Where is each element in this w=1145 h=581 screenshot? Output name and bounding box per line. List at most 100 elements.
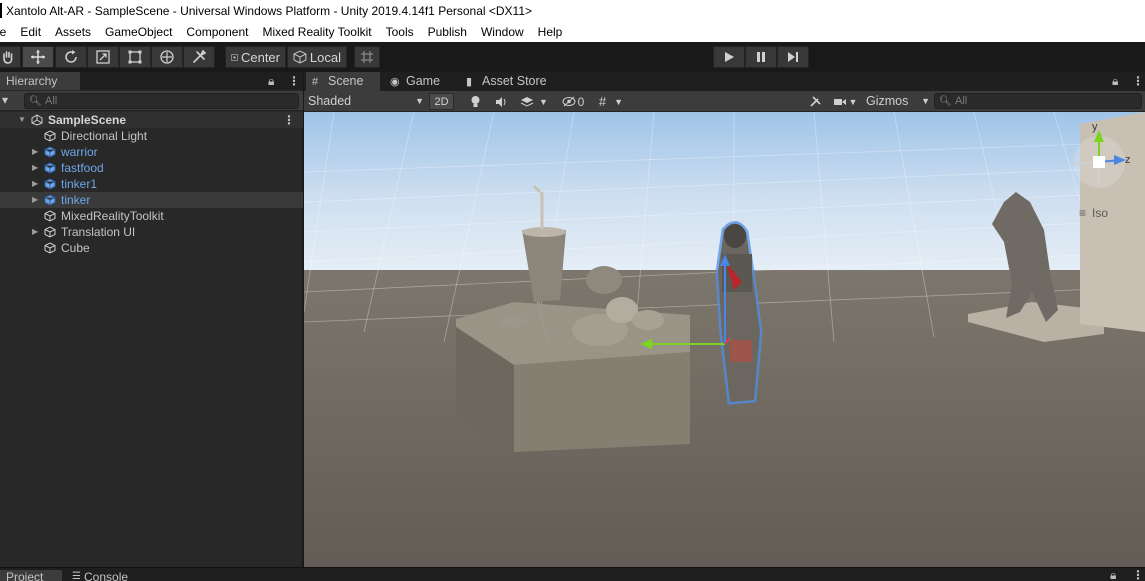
pause-button[interactable] <box>745 46 777 68</box>
scene-effects-dropdown[interactable]: ▼ <box>516 93 552 110</box>
transform-tool-button[interactable] <box>151 46 183 68</box>
expand-arrow-icon[interactable]: ▶ <box>32 144 38 160</box>
tab-console-label: Console <box>84 570 129 581</box>
hidden-objects-toggle[interactable]: 0 <box>557 93 589 110</box>
chevron-down-icon: ▼ <box>415 96 424 106</box>
scene-name: SampleScene <box>48 113 127 127</box>
camera-chevron-icon: ▼ <box>848 96 858 107</box>
scale-tool-button[interactable] <box>87 46 119 68</box>
hierarchy-item[interactable]: ▶ tinker1 <box>0 176 303 192</box>
hierarchy-search-row: ▾ 🔍︎ All <box>0 91 303 111</box>
scene-lighting-toggle[interactable] <box>464 93 486 110</box>
scene-tools-toggle[interactable] <box>804 93 826 110</box>
menu-mixed-reality-toolkit[interactable]: Mixed Reality Toolkit <box>255 22 378 42</box>
hierarchy-item[interactable]: ▶ tinker <box>0 192 303 208</box>
lock-icon[interactable]: 🔒︎ <box>268 74 274 89</box>
menu-edit[interactable]: Edit <box>13 22 48 42</box>
hierarchy-item[interactable]: Directional Light <box>0 128 303 144</box>
pivot-rotation-toggle[interactable]: Local <box>287 46 347 68</box>
expand-arrow-icon[interactable]: ▶ <box>32 192 38 208</box>
bottom-panel-tab-bar: Project ☰ Console 🔒︎ ⋮ <box>0 567 1145 581</box>
menu-publish[interactable]: Publish <box>421 22 474 42</box>
panel-menu-icon[interactable]: ⋮ <box>288 74 300 88</box>
scene-viewport[interactable]: y z ≡ Iso <box>304 112 1145 567</box>
hierarchy-tab[interactable]: Hierarchy <box>0 72 80 90</box>
hierarchy-item[interactable]: Cube <box>0 240 303 256</box>
hierarchy-item[interactable]: MixedRealityToolkit <box>0 208 303 224</box>
hierarchy-item[interactable]: ▶ warrior <box>0 144 303 160</box>
gameobject-cube-icon <box>44 210 56 222</box>
pivot-center-icon <box>231 53 238 61</box>
tab-project[interactable]: Project <box>0 570 62 581</box>
prefab-cube-icon <box>44 162 56 174</box>
menu-assets[interactable]: Assets <box>48 22 98 42</box>
rect-tool-button[interactable] <box>119 46 151 68</box>
light-bulb-icon <box>471 96 479 107</box>
expand-arrow-icon[interactable]: ▶ <box>32 160 38 176</box>
menu-window[interactable]: Window <box>474 22 531 42</box>
menu-file[interactable]: le <box>0 22 13 42</box>
hierarchy-item-label: fastfood <box>61 161 104 175</box>
hierarchy-list: ▼ SampleScene ⋮ Directional Light ▶ warrio… <box>0 112 303 256</box>
gameobject-cube-icon <box>44 130 56 142</box>
scene-row[interactable]: ▼ SampleScene ⋮ <box>0 112 303 128</box>
expand-arrow-icon[interactable]: ▶ <box>32 176 38 192</box>
local-cube-icon <box>293 50 307 64</box>
window-title: Xantolo Alt-AR - SampleScene - Universal… <box>6 4 533 18</box>
grid-snap-button[interactable] <box>354 46 380 68</box>
hierarchy-item-label: tinker <box>61 193 91 207</box>
2d-mode-toggle[interactable]: 2D <box>429 93 454 110</box>
create-dropdown-icon: ▾ <box>2 93 9 107</box>
scene-panel-menu-icon[interactable]: ⋮ <box>1132 74 1144 88</box>
menu-gameobject[interactable]: GameObject <box>98 22 179 42</box>
hierarchy-item-label: MixedRealityToolkit <box>61 209 164 223</box>
eye-hidden-icon <box>562 96 576 107</box>
2d-mode-label: 2D <box>434 95 449 108</box>
tab-project-label: Project <box>6 570 44 581</box>
scene-menu-icon[interactable]: ⋮ <box>283 112 295 128</box>
play-button[interactable] <box>713 46 745 68</box>
hidden-count: 0 <box>577 94 585 109</box>
scene-search-input[interactable]: 🔍︎ All <box>934 93 1142 109</box>
menu-bar: le Edit Assets GameObject Component Mixe… <box>0 22 1145 42</box>
hierarchy-search-input[interactable]: 🔍︎ All <box>24 93 299 109</box>
pivot-mode-toggle[interactable]: Center <box>225 46 286 68</box>
pivot-rotation-label: Local <box>309 49 341 65</box>
window-title-bar: Xantolo Alt-AR - SampleScene - Universal… <box>0 0 1145 22</box>
draw-mode-dropdown[interactable]: Shaded ▼ <box>308 93 426 110</box>
gizmos-chevron-icon: ▼ <box>921 96 930 106</box>
rotate-tool-button[interactable] <box>55 46 87 68</box>
tab-asset-store[interactable]: ▮ Asset Store <box>460 72 560 91</box>
create-button[interactable]: ▾ <box>2 93 8 107</box>
move-tool-button[interactable] <box>22 46 54 68</box>
menu-component[interactable]: Component <box>179 22 255 42</box>
menu-tools[interactable]: Tools <box>379 22 421 42</box>
tab-scene[interactable]: # Scene <box>306 72 380 91</box>
hierarchy-tab-label: Hierarchy <box>6 74 58 88</box>
projection-menu-icon[interactable]: ≡ <box>1079 206 1086 220</box>
hierarchy-item[interactable]: ▶ Translation UI <box>0 224 303 240</box>
grid-toggle-icon: # <box>598 94 607 109</box>
grid-visibility-dropdown[interactable]: # ▼ <box>592 93 630 110</box>
expand-arrow-icon[interactable]: ▼ <box>18 112 26 128</box>
store-bag-icon: ▮ <box>466 76 473 88</box>
tab-console[interactable]: ☰ Console <box>70 570 150 581</box>
scene-search-icon: 🔍︎ <box>939 96 952 107</box>
bottom-panel-menu-icon[interactable]: ⋮ <box>1132 568 1144 581</box>
projection-label[interactable]: Iso <box>1092 206 1108 220</box>
hand-tool-button[interactable] <box>0 46 21 68</box>
scene-lock-icon[interactable]: 🔒︎ <box>1112 74 1118 89</box>
tab-game[interactable]: ◉ Game <box>384 72 454 91</box>
tab-scene-label: Scene <box>328 74 364 88</box>
camera-settings-dropdown[interactable]: ▼ <box>830 93 860 110</box>
step-button[interactable] <box>777 46 809 68</box>
gizmos-dropdown[interactable]: Gizmos ▼ <box>866 93 930 110</box>
expand-arrow-icon[interactable]: ▶ <box>32 224 38 240</box>
bottom-lock-icon[interactable]: 🔒︎ <box>1110 568 1116 581</box>
speaker-icon <box>495 96 505 107</box>
custom-tool-button[interactable] <box>183 46 215 68</box>
scene-audio-toggle[interactable] <box>490 93 512 110</box>
hierarchy-item[interactable]: ▶ fastfood <box>0 160 303 176</box>
menu-help[interactable]: Help <box>531 22 570 42</box>
draw-mode-value: Shaded <box>308 94 352 108</box>
